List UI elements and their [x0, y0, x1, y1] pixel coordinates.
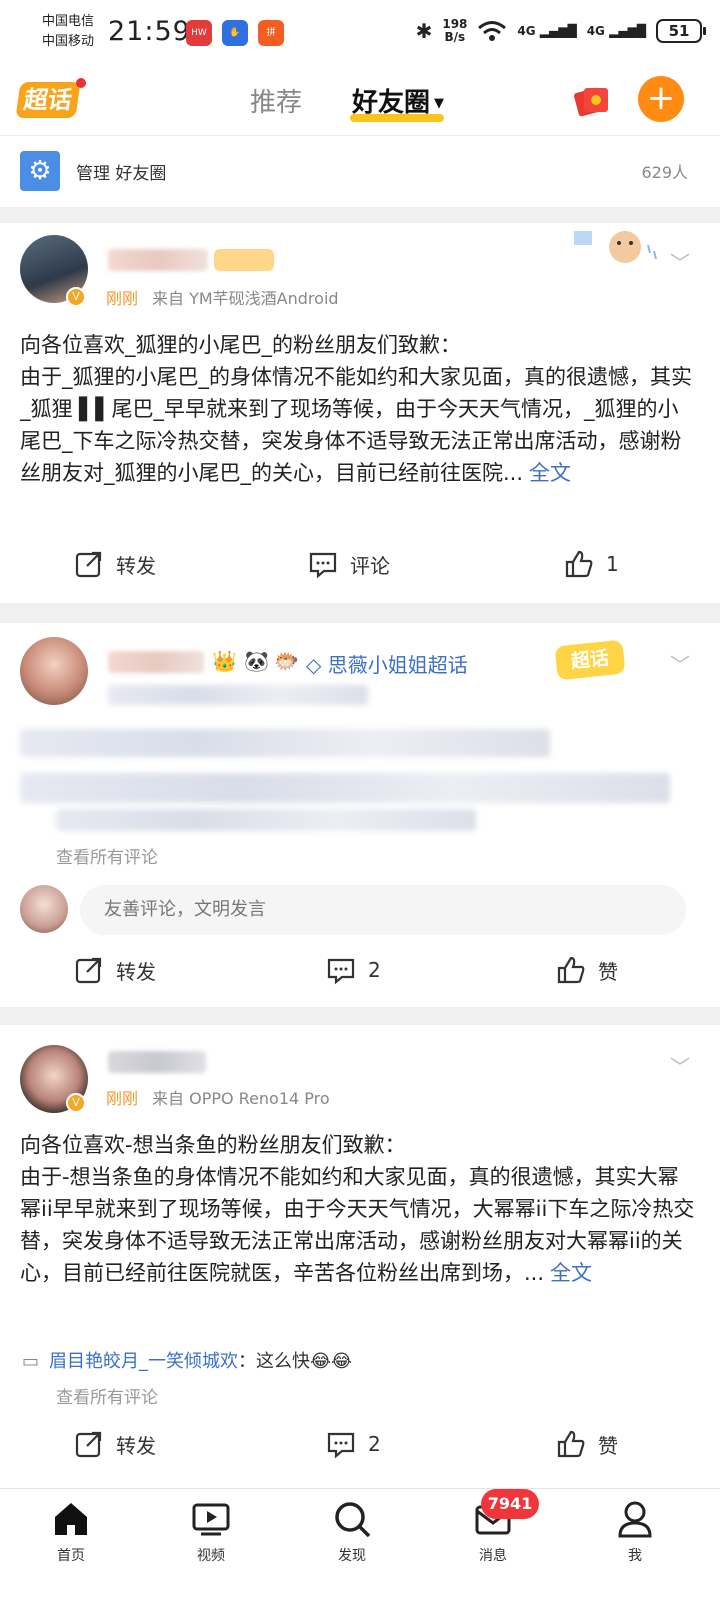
- comment-icon: [327, 1432, 355, 1459]
- chevron-down-icon[interactable]: ﹀: [670, 1051, 690, 1080]
- post-card: V ﹀ 刚刚 来自 OPPO Reno14 Pro 向各位喜欢-想当条鱼的粉丝朋友…: [0, 1025, 720, 1487]
- manage-label: 管理 好友圈: [76, 164, 167, 184]
- post-actions: 转发 2 赞: [0, 955, 720, 995]
- status-icons: ✱ 198 B/s 4G ▂▄▆█ 4G ▂▄▆█ 51: [415, 17, 706, 44]
- section-divider: [0, 207, 720, 223]
- comment-bubble-icon: ▭: [22, 1351, 40, 1372]
- supertopic-tag[interactable]: 超话: [554, 639, 626, 681]
- comment-preview[interactable]: ▭ 眉目艳皎月_一笑倾城欢：这么快😂😂: [22, 1347, 352, 1373]
- like-button[interactable]: 赞: [556, 1429, 618, 1459]
- user-avatar[interactable]: [20, 637, 88, 705]
- red-packet-icon[interactable]: [572, 82, 612, 118]
- carrier-2: 中国移动: [42, 34, 95, 49]
- repost-icon: [75, 957, 102, 984]
- repost-button[interactable]: 转发: [74, 1429, 156, 1459]
- post-card: 👑 🐼 🐡 ◇ 思薇小姐姐超话 超话 ﹀ 查看所有评论 友善评论，文明发言 转发…: [0, 623, 720, 1007]
- diamond-icon: ◇: [306, 653, 328, 677]
- post-content[interactable]: 向各位喜欢_狐狸的小尾巴_的粉丝朋友们致歉： 由于_狐狸的小尾巴_的身体情况不能…: [20, 329, 696, 489]
- nav-discover[interactable]: 发现: [307, 1499, 397, 1565]
- comment-button[interactable]: 2: [326, 1429, 381, 1459]
- gear-icon: ⚙: [20, 151, 60, 191]
- post-content[interactable]: 向各位喜欢-想当条鱼的粉丝朋友们致歉： 由于-想当条鱼的身体情况不能如约和大家见…: [20, 1129, 696, 1289]
- comment-icon: [327, 958, 355, 985]
- nav-me[interactable]: 我: [590, 1499, 680, 1565]
- manage-row[interactable]: ⚙ 管理 好友圈 629人: [0, 137, 720, 207]
- shopping-app-icon: 拼: [258, 20, 284, 46]
- home-icon: [55, 1503, 87, 1535]
- signal-4g-2: 4G ▂▄▆█: [586, 24, 646, 38]
- bluetooth-icon: ✱: [415, 19, 433, 43]
- huawei-app-icon: HW: [186, 20, 212, 46]
- signal-4g-1: 4G ▂▄▆█: [517, 24, 577, 38]
- thumbs-up-icon: [565, 550, 593, 578]
- clock: 21:59: [108, 16, 191, 47]
- thumbs-up-icon: [557, 956, 585, 984]
- repost-button[interactable]: 转发: [74, 549, 156, 579]
- post-actions: 转发 2 赞: [0, 1429, 720, 1469]
- section-divider: [0, 1007, 720, 1025]
- my-avatar: [20, 885, 68, 933]
- comment-button[interactable]: 2: [326, 955, 381, 985]
- thumbs-up-icon: [557, 1430, 585, 1458]
- comment-icon: [309, 552, 337, 579]
- video-icon: [192, 1503, 230, 1536]
- supertopic-logo[interactable]: 超话: [15, 82, 81, 118]
- like-button[interactable]: 1: [564, 549, 619, 579]
- repost-icon: [75, 1431, 102, 1458]
- top-header: 超话 推荐 好友圈 ▼: [0, 66, 720, 136]
- decoration-sticker-icon: [570, 225, 660, 273]
- supertopic-link[interactable]: ◇ 思薇小姐姐超话: [306, 649, 468, 678]
- blurred-username[interactable]: [108, 1051, 206, 1073]
- nav-home[interactable]: 首页: [26, 1499, 116, 1565]
- blurred-username[interactable]: [108, 651, 204, 673]
- net-speed: 198 B/s: [442, 17, 468, 44]
- blurred-content-line: [20, 773, 670, 803]
- comment-button[interactable]: 评论: [308, 549, 390, 579]
- messages-badge: 7941: [481, 1489, 539, 1519]
- post-meta: 刚刚 来自 OPPO Reno14 Pro: [106, 1089, 330, 1108]
- panda-badge-icon: 🐼: [244, 649, 269, 673]
- tab-recommend[interactable]: 推荐: [250, 82, 302, 119]
- blurred-username[interactable]: [108, 249, 208, 271]
- tab-friends-circle[interactable]: 好友圈 ▼: [352, 82, 444, 119]
- chevron-down-icon[interactable]: ﹀: [670, 649, 690, 678]
- section-divider: [0, 603, 720, 623]
- full-text-link[interactable]: 全文: [550, 1261, 592, 1285]
- carrier-1: 中国电信: [42, 14, 95, 29]
- view-all-comments[interactable]: 查看所有评论: [56, 1383, 158, 1408]
- post-meta: 刚刚 来自 YM芊砚浅酒Android: [106, 289, 339, 308]
- verified-badge-icon: V: [66, 1093, 86, 1113]
- repost-icon: [75, 551, 102, 578]
- hand-app-icon: ✋: [222, 20, 248, 46]
- caret-down-icon: ▼: [434, 96, 445, 111]
- wifi-icon: [478, 21, 507, 41]
- search-icon: [335, 1502, 371, 1538]
- blurred-meta: [108, 685, 368, 705]
- nav-video[interactable]: 视频: [166, 1499, 256, 1565]
- notification-dot: [76, 78, 86, 88]
- blurred-content-line: [20, 729, 550, 757]
- post-card: V ﹀ 刚刚 来自 YM芊砚浅酒Android 向各位喜欢_狐狸的小尾巴_的粉丝朋…: [0, 223, 720, 603]
- status-bar: 中国电信 中国移动 21:59 HW ✋ 拼 ✱ 198 B/s 4G ▂▄▆█…: [0, 0, 720, 66]
- bottom-nav: 首页 视频 发现 消息 我: [0, 1488, 720, 1600]
- blurred-content-line: [56, 809, 476, 831]
- post-actions: 转发 评论 1: [0, 549, 720, 589]
- like-button[interactable]: 赞: [556, 955, 618, 985]
- profile-icon: [618, 1501, 652, 1538]
- add-post-button[interactable]: +: [638, 76, 684, 122]
- repost-button[interactable]: 转发: [74, 955, 156, 985]
- verified-badge-icon: V: [66, 287, 86, 307]
- carrier-info: 中国电信 中国移动: [42, 12, 94, 52]
- chevron-down-icon[interactable]: ﹀: [670, 247, 690, 276]
- crown-badge-icon: 👑: [212, 649, 237, 673]
- comment-input[interactable]: 友善评论，文明发言: [80, 885, 686, 935]
- battery-indicator: 51: [656, 19, 706, 43]
- view-all-comments[interactable]: 查看所有评论: [56, 843, 158, 868]
- member-count: 629人: [641, 163, 688, 182]
- full-text-link[interactable]: 全文: [529, 461, 571, 485]
- level-badge-icon: [214, 249, 274, 271]
- fish-badge-icon: 🐡: [274, 649, 299, 673]
